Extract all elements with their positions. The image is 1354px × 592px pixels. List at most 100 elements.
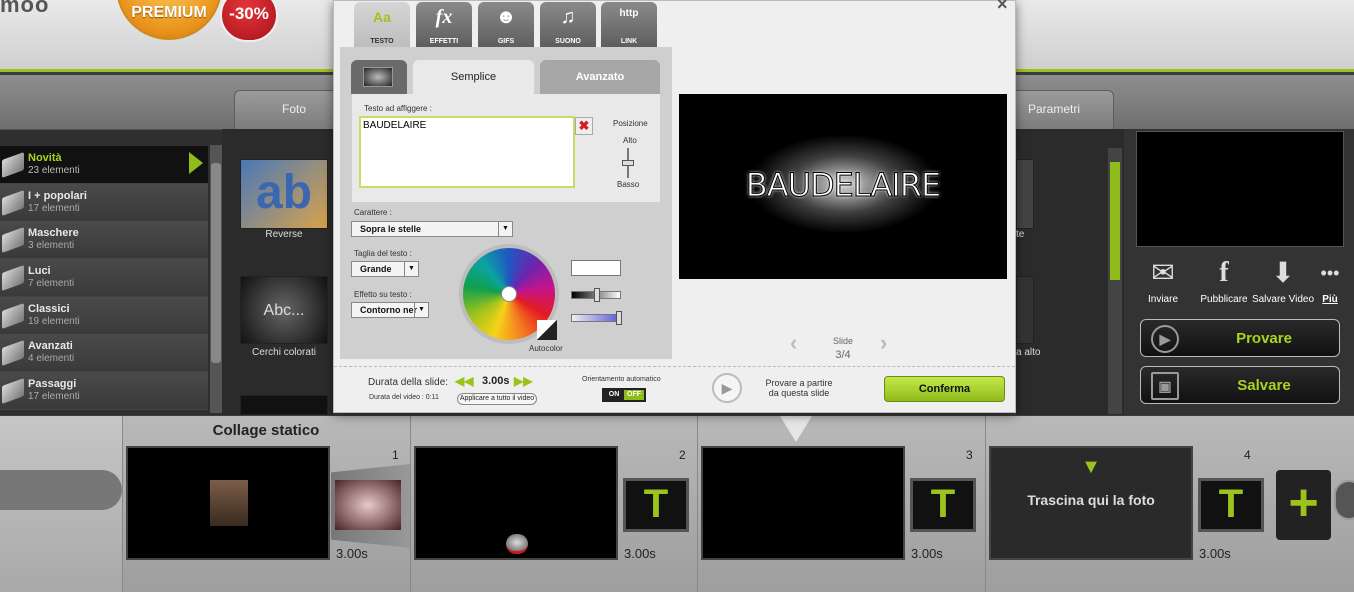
tab-effetti[interactable]: fx EFFETTI <box>416 2 472 47</box>
position-slider-track[interactable] <box>622 148 634 178</box>
category-item-luci[interactable]: Luci 7 elementi <box>0 259 208 297</box>
size-select[interactable]: Grande ▼ <box>351 261 419 277</box>
app-logo[interactable]: moo <box>0 0 49 18</box>
publish-label: Pubblicare <box>1200 294 1248 305</box>
timeline-slide-3[interactable]: T 3 3.00s <box>697 416 985 592</box>
next-slide-icon[interactable]: › <box>880 330 887 356</box>
photo-drop-zone[interactable]: ▼ Trascina qui la foto <box>989 446 1193 560</box>
globe-icon <box>506 534 528 554</box>
scrollbar-thumb[interactable] <box>1110 162 1120 280</box>
effect-thumb-cerchi[interactable]: Abc... <box>240 276 328 344</box>
slide-image[interactable] <box>126 446 330 560</box>
category-count: 17 elementi <box>28 203 80 214</box>
decrease-duration-icon[interactable]: ◀◀ <box>455 374 473 388</box>
play-arrow-icon[interactable] <box>189 152 203 174</box>
video-preview[interactable] <box>1136 131 1344 247</box>
position-slider-handle[interactable] <box>622 160 634 166</box>
clear-text-icon[interactable]: ✖ <box>575 117 593 135</box>
arrow-down-icon: ▼ <box>1081 456 1101 478</box>
play-from-line1: Provare a partire <box>765 378 833 388</box>
send-button[interactable]: ✉ Inviare <box>1140 256 1186 305</box>
slide-pointer <box>780 416 812 442</box>
scrollbar-thumb[interactable] <box>211 163 221 363</box>
category-item-classici[interactable]: Classici 19 elementi <box>0 297 208 335</box>
opacity-slider[interactable] <box>571 311 622 325</box>
effect-thumb-reverse[interactable]: ab <box>240 159 328 229</box>
auto-orient-toggle[interactable]: ON OFF <box>602 388 646 402</box>
increase-duration-icon[interactable]: ▶▶ <box>514 374 532 388</box>
category-name: Classici <box>28 303 70 315</box>
text-marker[interactable]: T <box>1198 478 1264 532</box>
slide-duration[interactable]: 3.00s <box>1199 546 1231 561</box>
slide-preview[interactable]: BAUDELAIRE <box>679 94 1007 279</box>
category-item-maschere[interactable]: Maschere 3 elementi <box>0 221 208 259</box>
book-icon <box>2 377 24 405</box>
slide-image[interactable] <box>414 446 618 560</box>
slider-handle[interactable] <box>616 311 622 325</box>
save-video-button[interactable]: ⬇ Salvare Video <box>1250 256 1316 305</box>
tab-style-preset[interactable] <box>351 60 407 94</box>
timeline-slide-2[interactable]: T 2 3.00s <box>410 416 697 592</box>
slide-duration[interactable]: 3.00s <box>624 546 656 561</box>
close-icon[interactable]: × <box>997 0 1008 15</box>
tab-suono[interactable]: ♫ SUONO <box>540 2 596 47</box>
category-item-passaggi[interactable]: Passaggi 17 elementi <box>0 372 208 410</box>
publish-button[interactable]: f Pubblicare <box>1196 256 1252 305</box>
duration-value: 3.00s <box>482 375 510 387</box>
font-select[interactable]: Sopra le stelle ▼ <box>351 221 513 237</box>
try-button[interactable]: ▶ Provare <box>1140 319 1340 357</box>
slide-counter: 3/4 <box>835 349 851 361</box>
effect-select[interactable]: Contorno ner ▼ <box>351 302 429 318</box>
save-button[interactable]: ▣ Salvare <box>1140 366 1340 404</box>
clock-icon[interactable] <box>1334 480 1354 520</box>
premium-label: PREMIUM <box>131 4 207 21</box>
book-icon <box>2 264 24 292</box>
toggle-on: ON <box>608 391 620 398</box>
previous-slide-icon[interactable]: ‹ <box>790 330 797 356</box>
effect-label: Effetto su testo : <box>354 290 412 299</box>
transition-block[interactable] <box>331 464 411 548</box>
play-from-line2: da questa slide <box>768 388 830 398</box>
autocolor-icon[interactable] <box>537 320 557 340</box>
slider-handle[interactable] <box>594 288 600 302</box>
slide-number: 4 <box>1244 448 1251 462</box>
slide-image[interactable] <box>701 446 905 560</box>
tab-semplice[interactable]: Semplice <box>413 60 534 94</box>
tab-avanzato[interactable]: Avanzato <box>540 60 660 94</box>
category-scrollbar[interactable] <box>210 145 222 413</box>
tab-link[interactable]: http LINK <box>601 2 657 47</box>
slide-number: 1 <box>392 448 399 462</box>
font-value: Sopra le stelle <box>360 224 422 234</box>
slide-label: Slide <box>832 336 853 346</box>
tab-gifs[interactable]: ☻ GIFS <box>478 2 534 47</box>
effect-thumb[interactable] <box>240 395 328 415</box>
discount-label: -30% <box>229 4 269 23</box>
category-item-avanzati[interactable]: Avanzati 4 elementi <box>0 334 208 372</box>
text-input[interactable]: BAUDELAIRE <box>359 116 575 188</box>
text-marker[interactable]: T <box>910 478 976 532</box>
color-wheel-center[interactable] <box>501 286 517 302</box>
play-icon: ▶ <box>1151 325 1179 353</box>
effect-thumb[interactable] <box>1016 159 1034 229</box>
text-marker[interactable]: T <box>623 478 689 532</box>
slide-duration[interactable]: 3.00s <box>911 546 943 561</box>
more-button[interactable]: ••• Più <box>1316 256 1344 305</box>
slide-duration[interactable]: 3.00s <box>336 546 368 561</box>
play-from-text[interactable]: Provare a partire da questa slide <box>744 378 854 398</box>
effects-scrollbar[interactable] <box>1108 148 1122 414</box>
play-from-here-icon[interactable]: ▶ <box>712 373 742 403</box>
download-icon: ⬇ <box>1271 257 1295 288</box>
confirm-button[interactable]: Conferma <box>884 376 1005 402</box>
apply-all-button[interactable]: Applicare a tutto il video <box>457 393 537 405</box>
chevron-down-icon: ▼ <box>498 222 512 236</box>
brightness-slider[interactable] <box>571 288 621 302</box>
add-slide-button[interactable]: + <box>1276 470 1331 540</box>
color-swatch[interactable] <box>571 260 621 276</box>
timeline-slide-4[interactable]: ▼ Trascina qui la foto T 4 3.00s <box>985 416 1273 592</box>
category-item-novita[interactable]: Novità 23 elementi <box>0 146 208 184</box>
tab-testo[interactable]: Aa TESTO <box>354 2 410 47</box>
effect-thumb[interactable] <box>1016 276 1034 344</box>
music-note-icon: ♫ <box>560 6 576 28</box>
timeline-slide-1[interactable]: 1 3.00s <box>122 416 411 592</box>
category-item-popolari[interactable]: I + popolari 17 elementi <box>0 184 208 222</box>
